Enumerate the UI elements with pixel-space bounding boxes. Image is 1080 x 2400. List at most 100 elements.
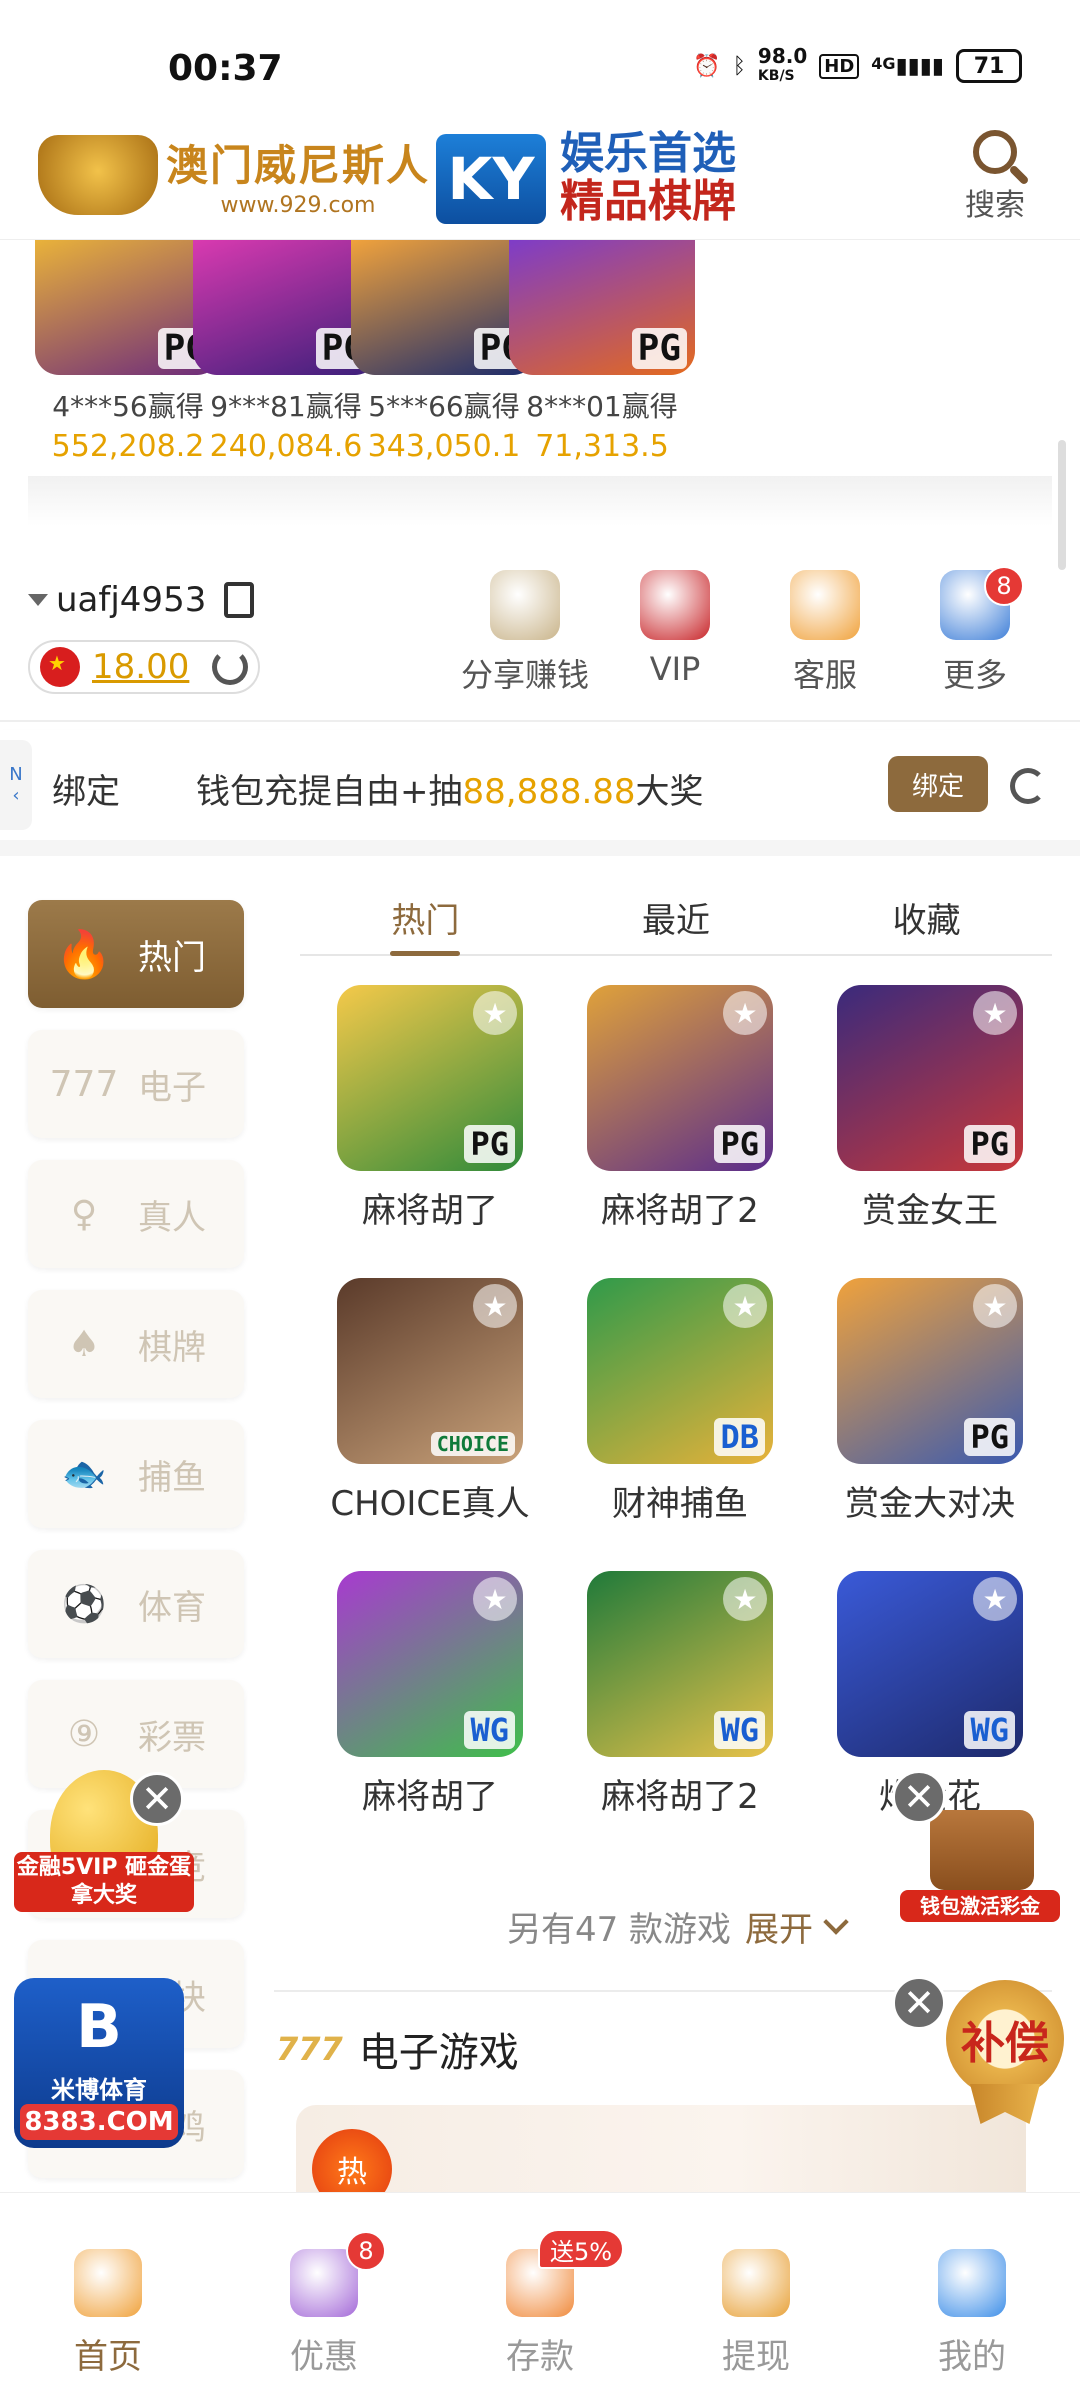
ky-slogan: 娱乐首选 精品棋牌: [560, 130, 736, 226]
account-switcher[interactable]: uafj4953: [28, 580, 268, 620]
side-drawer-tab[interactable]: N ‹: [0, 740, 32, 830]
battery-icon: 71: [956, 49, 1022, 83]
quick-actions: 分享赚钱 VIP 客服 更多 8: [450, 566, 1050, 700]
flame-icon: 🔥: [55, 926, 113, 981]
quick-action-more-grid[interactable]: 更多 8: [900, 566, 1050, 700]
game-name: 麻将胡了2: [601, 1777, 759, 1817]
close-wallet-promo-button[interactable]: ✕: [892, 1770, 946, 1824]
sidebar-item-live-dealer[interactable]: ♀ 真人: [28, 1160, 244, 1268]
winner-user: 4***56赢得: [52, 390, 204, 423]
tab-2[interactable]: 收藏: [801, 880, 1052, 954]
winner-card[interactable]: PG 8***01赢得 71,313.5: [502, 240, 702, 470]
game-thumbnail: ★ WG: [587, 1571, 773, 1757]
favorite-star-icon[interactable]: ★: [473, 1284, 517, 1328]
bottom-nav-gift[interactable]: 优惠 8: [216, 2193, 432, 2400]
quick-action-label: 分享赚钱: [460, 656, 589, 694]
bluetooth-icon: ᛒ: [732, 53, 746, 79]
search-button[interactable]: 搜索: [950, 130, 1040, 224]
bottom-nav-profile[interactable]: 我的: [864, 2193, 1080, 2400]
bind-button[interactable]: 绑定: [888, 756, 988, 812]
profile-icon: [938, 2249, 1006, 2317]
favorite-star-icon[interactable]: ★: [723, 1577, 767, 1621]
sidebar-item-soccer-ball[interactable]: ⚽ 体育: [28, 1550, 244, 1658]
status-icons: ⏰ ᛒ 98.0 KB/S HD 4G▮▮▮▮ 71: [693, 46, 1022, 86]
cards-icon: ♠: [67, 1323, 101, 1365]
game-thumbnail: ★ PG: [837, 1278, 1023, 1464]
bottom-nav-withdraw[interactable]: 提现: [648, 2193, 864, 2400]
tab-0[interactable]: 热门: [300, 880, 551, 956]
scrollbar-thumb[interactable]: [1058, 440, 1066, 570]
mibo-sports-promo[interactable]: B 米博体育 8383.COM: [14, 1978, 184, 2148]
notification-badge: 8: [984, 566, 1024, 606]
game-row: ★ PG 麻将胡了 ★ PG 麻将胡了2 ★ PG 赏金女王: [300, 985, 1052, 1232]
expand-button[interactable]: 展开: [745, 1902, 813, 1951]
provider-tag: PG: [964, 1125, 1015, 1163]
hd-icon: HD: [819, 53, 860, 79]
bottom-nav-deposit-wallet[interactable]: 存款 送5%: [432, 2193, 648, 2400]
provider-tag: WG: [464, 1711, 515, 1749]
refresh-icon[interactable]: [1010, 768, 1046, 804]
game-card[interactable]: ★ WG 麻将胡了2: [580, 1571, 780, 1818]
section-gap: [0, 840, 1080, 856]
refresh-balance-icon[interactable]: [212, 649, 248, 685]
tab-1[interactable]: 最近: [551, 880, 802, 954]
bind-promo-amount: 88,888.88: [462, 772, 636, 812]
caret-down-icon: [28, 594, 48, 606]
copy-icon[interactable]: [224, 582, 255, 618]
favorite-star-icon[interactable]: ★: [973, 991, 1017, 1035]
game-card[interactable]: ★ WG 麻将胡了: [330, 1571, 530, 1818]
slot-777-icon: 777: [276, 2030, 343, 2068]
section-header: 777 电子游戏: [276, 2020, 519, 2078]
favorite-star-icon[interactable]: ★: [723, 1284, 767, 1328]
live-dealer-icon: ♀: [70, 1193, 98, 1235]
compensation-promo[interactable]: 补偿: [946, 1980, 1070, 2130]
game-card[interactable]: ★ CHOICE CHOICE真人: [330, 1278, 530, 1525]
game-thumbnail: ★ WG: [837, 1571, 1023, 1757]
ribbon-icon: [970, 2084, 1040, 2124]
sidebar-item-cards[interactable]: ♠ 棋牌: [28, 1290, 244, 1398]
electronic-games-banner[interactable]: 热: [296, 2105, 1026, 2195]
venetian-logo[interactable]: 澳门威尼斯人 www.929.com: [38, 132, 430, 218]
favorite-star-icon[interactable]: ★: [973, 1577, 1017, 1621]
search-icon: [973, 130, 1017, 174]
close-egg-promo-button[interactable]: ✕: [130, 1772, 184, 1826]
sidebar-item-label: 彩票: [138, 1717, 206, 1758]
quick-action-customer-service[interactable]: 客服: [750, 570, 900, 700]
game-thumbnail: ★ PG: [837, 985, 1023, 1171]
favorite-star-icon[interactable]: ★: [723, 991, 767, 1035]
quick-action-money-bag[interactable]: 分享赚钱: [450, 570, 600, 700]
winner-game-thumbnail: PG: [509, 240, 695, 375]
ky-logo[interactable]: KY: [436, 134, 546, 224]
game-name: 财神捕鱼: [612, 1484, 748, 1524]
bottom-nav-label: 我的: [938, 2337, 1006, 2377]
game-card[interactable]: ★ PG 麻将胡了2: [580, 985, 780, 1232]
sidebar-item-slot-777[interactable]: 777 电子: [28, 1030, 244, 1138]
favorite-star-icon[interactable]: ★: [973, 1284, 1017, 1328]
close-compensation-promo-button[interactable]: ✕: [892, 1976, 946, 2030]
winner-amount: 240,084.6: [209, 429, 363, 464]
chevron-down-icon: [823, 1908, 849, 1935]
quick-action-vip-diamond[interactable]: VIP: [600, 570, 750, 700]
bottom-nav-label: 提现: [722, 2337, 790, 2377]
wallet-activation-promo[interactable]: 钱包激活彩金: [900, 1810, 1060, 1940]
winner-user: 9***81赢得: [210, 390, 362, 423]
provider-tag: CHOICE: [430, 1432, 515, 1456]
bottom-nav-home[interactable]: 首页: [0, 2193, 216, 2400]
divider: [0, 720, 1080, 722]
game-card[interactable]: ★ PG 赏金大对决: [830, 1278, 1030, 1525]
balance-amount[interactable]: 18.00: [92, 647, 189, 687]
favorite-star-icon[interactable]: ★: [473, 1577, 517, 1621]
winner-user: 8***01赢得: [526, 390, 678, 423]
slot-777-icon: 777: [49, 1063, 119, 1105]
bind-wallet-bar: N ‹ 绑定 钱包充提自由+抽88,888.88大奖 绑定: [0, 730, 1080, 840]
game-name: 赏金大对决: [845, 1484, 1015, 1524]
winner-amount: 71,313.5: [535, 429, 669, 464]
sidebar-item-fish[interactable]: 🐟 捕鱼: [28, 1420, 244, 1528]
favorite-star-icon[interactable]: ★: [473, 991, 517, 1035]
sidebar-item-flame[interactable]: 🔥 热门: [28, 900, 244, 1008]
china-flag-icon: [40, 647, 80, 687]
game-card[interactable]: ★ DB 财神捕鱼: [580, 1278, 780, 1525]
game-card[interactable]: ★ PG 赏金女王: [830, 985, 1030, 1232]
game-thumbnail: ★ PG: [337, 985, 523, 1171]
game-card[interactable]: ★ PG 麻将胡了: [330, 985, 530, 1232]
